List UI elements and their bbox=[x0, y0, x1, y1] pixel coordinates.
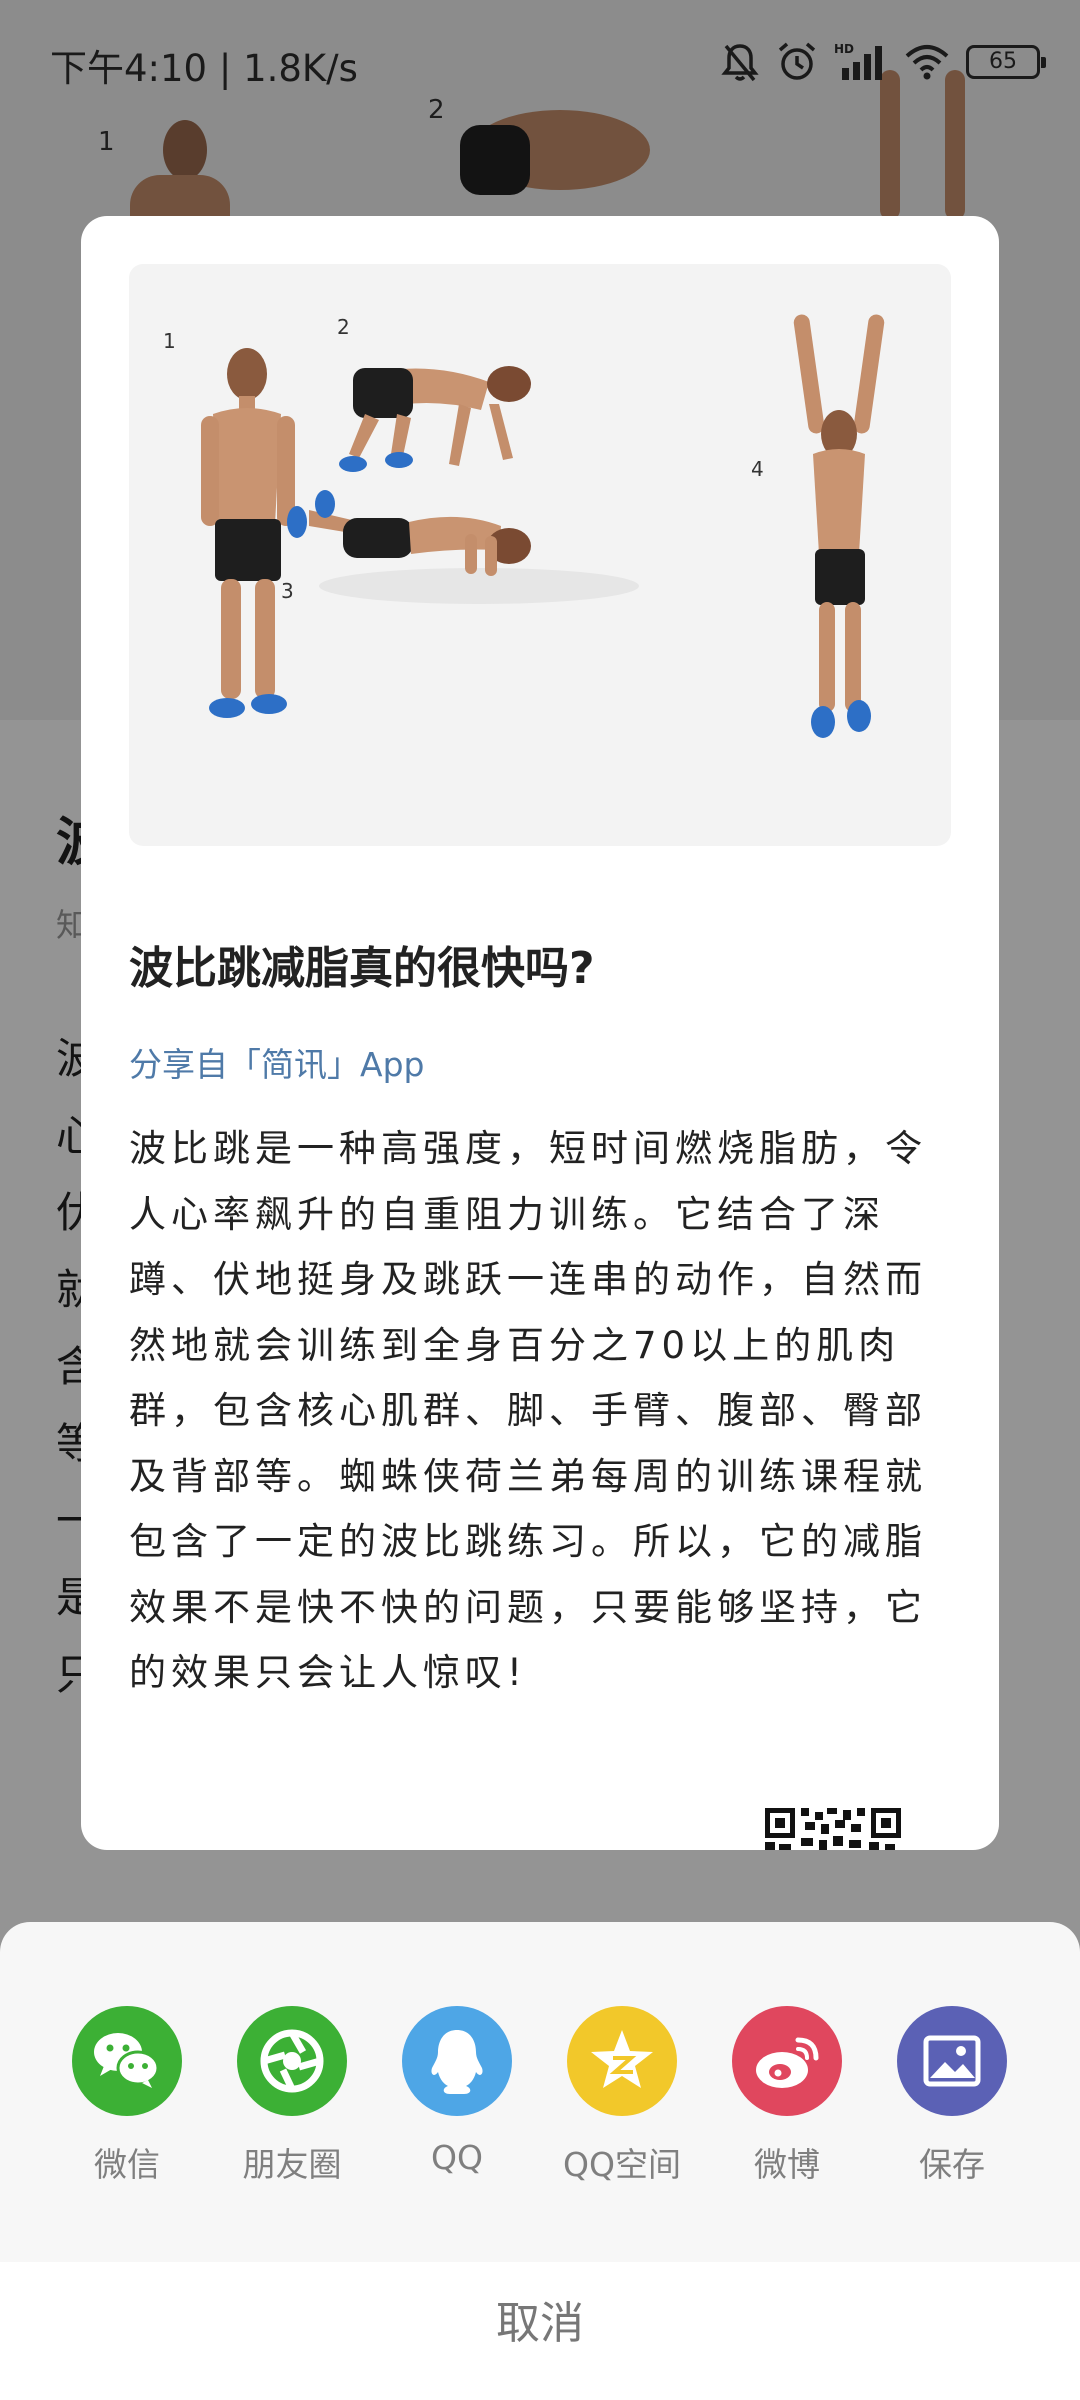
card-share-source: 分享自「简讯」App bbox=[129, 1045, 425, 1084]
cancel-bar: 取消 bbox=[0, 2262, 1080, 2400]
share-sheet: 微信 朋友圈 QQ QQ空间 微博 保存 取消 bbox=[0, 1922, 1080, 2400]
share-wechat[interactable]: 微信 bbox=[47, 2006, 207, 2186]
status-icons: HD 65 bbox=[720, 40, 1046, 84]
status-bar: 下午4:10 | 1.8K/s HD 65 bbox=[0, 0, 1080, 128]
step-label-3: 3 bbox=[281, 579, 294, 603]
share-label: QQ bbox=[431, 2138, 483, 2177]
share-weibo[interactable]: 微博 bbox=[707, 2006, 867, 2186]
figure-plank bbox=[287, 490, 639, 604]
card-title: 波比跳减脂真的很快吗? bbox=[129, 943, 595, 994]
alarm-icon bbox=[778, 42, 816, 80]
qr-code-icon bbox=[765, 1808, 901, 1850]
share-card: 1 2 3 4 波比跳减脂真的很快吗? 分享自「简讯」App 波比跳是一种高强度… bbox=[81, 216, 999, 1850]
step-label-2: 2 bbox=[337, 315, 350, 339]
qzone-icon bbox=[567, 2006, 677, 2116]
cancel-button[interactable]: 取消 bbox=[0, 2274, 1080, 2374]
share-label: QQ空间 bbox=[563, 2145, 681, 2184]
wifi-icon bbox=[905, 45, 949, 80]
wechat-icon bbox=[72, 2006, 182, 2116]
figure-jump-squat bbox=[339, 366, 531, 472]
qq-icon bbox=[402, 2006, 512, 2116]
battery-icon: 65 bbox=[966, 45, 1046, 79]
card-content: 波比跳是一种高强度，短时间燃烧脂肪，令人心率飙升的自重阻力训练。它结合了深蹲、伏… bbox=[129, 1127, 927, 1694]
share-moments[interactable]: 朋友圈 bbox=[212, 2006, 372, 2186]
save-image-icon bbox=[897, 2006, 1007, 2116]
share-label: 微信 bbox=[94, 2145, 160, 2184]
step-label-4: 4 bbox=[751, 457, 764, 481]
figure-standing bbox=[201, 348, 295, 718]
share-label: 保存 bbox=[919, 2145, 985, 2184]
hd-signal-icon: HD bbox=[834, 42, 882, 80]
share-qq[interactable]: QQ bbox=[377, 2006, 537, 2177]
share-label: 朋友圈 bbox=[242, 2145, 342, 2184]
card-hero-image: 1 2 3 4 bbox=[129, 264, 951, 846]
share-qzone[interactable]: QQ空间 bbox=[542, 2006, 702, 2186]
mute-bell-icon bbox=[721, 44, 759, 82]
share-save[interactable]: 保存 bbox=[872, 2006, 1032, 2186]
share-label: 微博 bbox=[754, 2145, 820, 2184]
figure-jump-arms-up bbox=[793, 314, 885, 738]
status-time: 下午4:10 | 1.8K/s bbox=[50, 47, 358, 90]
moments-icon bbox=[237, 2006, 347, 2116]
weibo-icon bbox=[732, 2006, 842, 2116]
step-label-1: 1 bbox=[163, 329, 176, 353]
svg-text:HD: HD bbox=[834, 42, 854, 56]
